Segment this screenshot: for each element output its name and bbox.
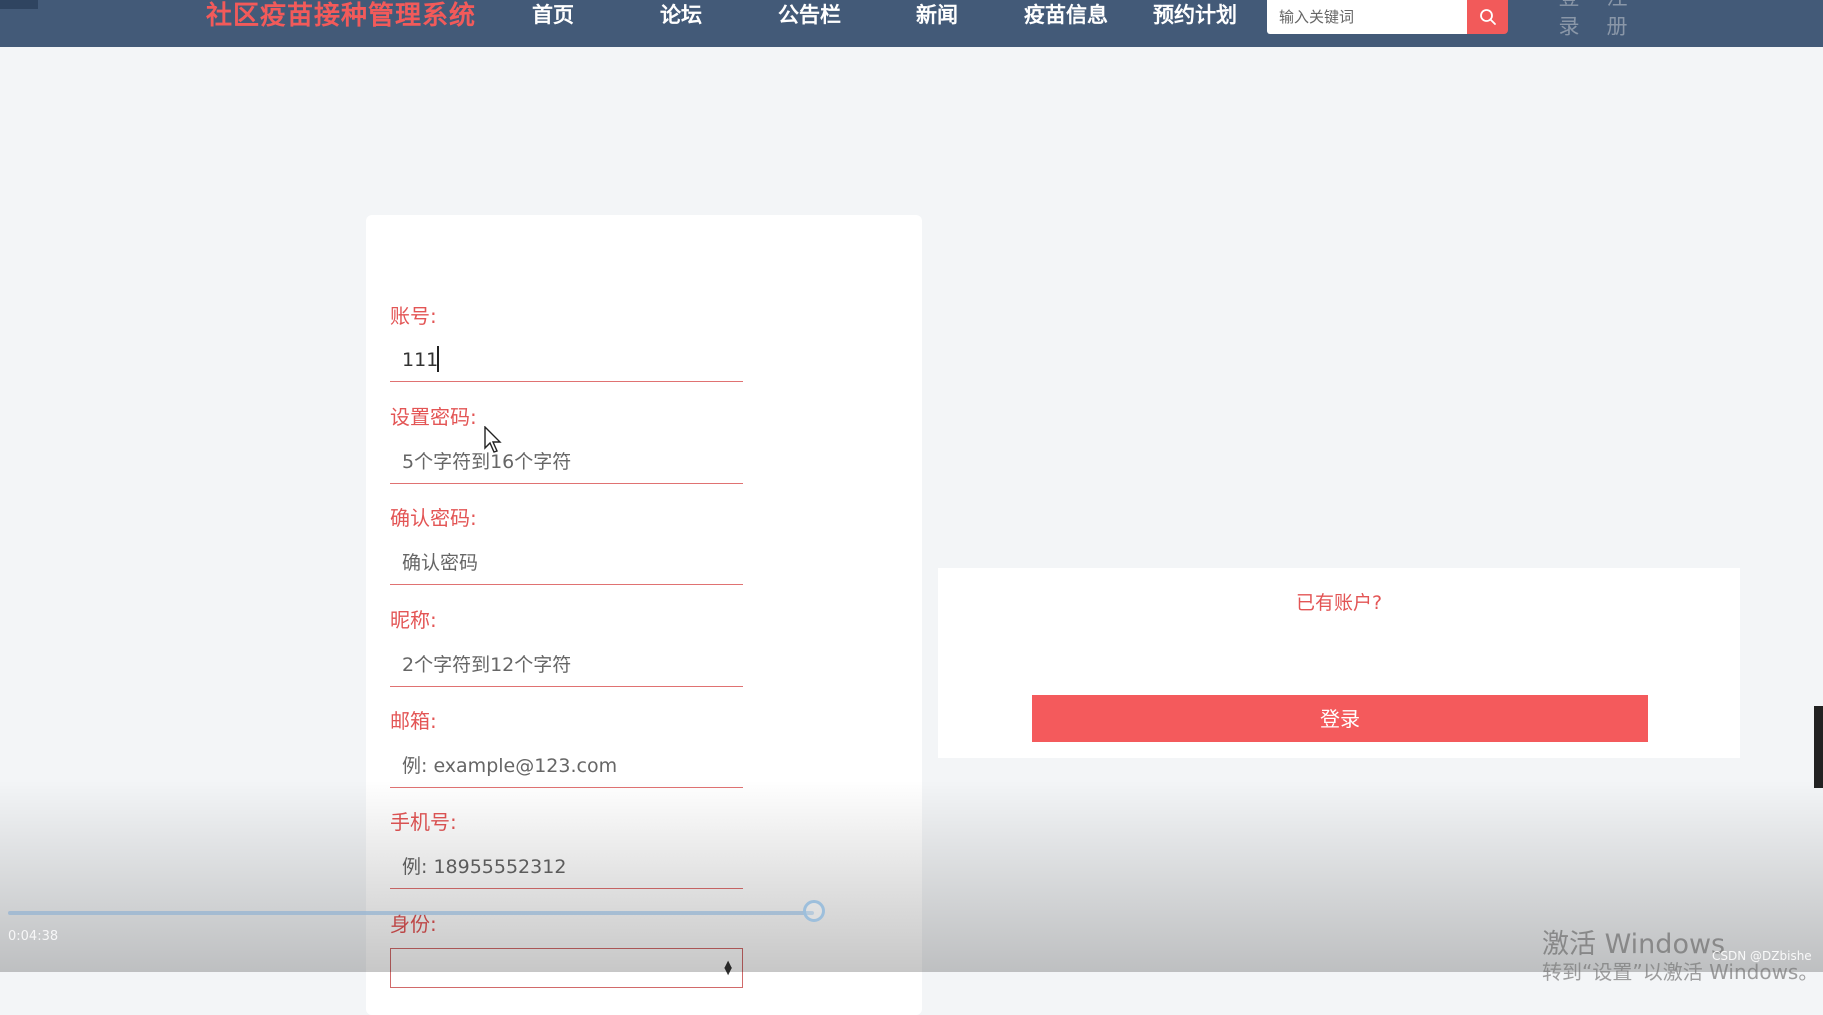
confirm-password-label: 确认密码: bbox=[390, 506, 477, 530]
phone-input[interactable] bbox=[390, 845, 743, 889]
login-button[interactable]: 登录 bbox=[1032, 695, 1648, 742]
password-input[interactable] bbox=[390, 440, 743, 484]
nav-vaccine-info[interactable]: 疫苗信息 bbox=[1024, 0, 1108, 32]
edge-widget bbox=[1814, 706, 1823, 788]
nav-forum[interactable]: 论坛 bbox=[660, 0, 702, 32]
site-brand[interactable]: 社区疫苗接种管理系统 bbox=[206, 0, 476, 34]
password-label: 设置密码: bbox=[390, 405, 477, 429]
video-timecode: 0:04:38 bbox=[8, 929, 59, 944]
nav-home[interactable]: 首页 bbox=[532, 0, 574, 32]
video-progress-bar[interactable] bbox=[8, 911, 814, 915]
search-icon bbox=[1479, 9, 1496, 25]
phone-label: 手机号: bbox=[390, 810, 457, 834]
register-link[interactable]: 注册 bbox=[1604, 0, 1628, 44]
role-select[interactable]: ▲ ▼ bbox=[390, 948, 743, 988]
register-card bbox=[366, 215, 922, 1015]
nickname-input[interactable] bbox=[390, 643, 743, 687]
search-button[interactable] bbox=[1467, 0, 1508, 34]
account-input[interactable] bbox=[390, 338, 743, 382]
corner-block bbox=[0, 0, 38, 9]
mouse-pointer-icon bbox=[484, 426, 502, 453]
nav-news[interactable]: 新闻 bbox=[916, 0, 958, 32]
search-input[interactable] bbox=[1267, 0, 1467, 34]
email-input[interactable] bbox=[390, 744, 743, 788]
video-progress-thumb[interactable] bbox=[803, 900, 825, 922]
account-label: 账号: bbox=[390, 304, 437, 328]
confirm-password-input[interactable] bbox=[390, 541, 743, 585]
nav-appointment[interactable]: 预约计划 bbox=[1153, 0, 1237, 32]
text-cursor bbox=[437, 346, 439, 372]
csdn-watermark: CSDN @DZbishe bbox=[1712, 949, 1812, 963]
nav-bulletin[interactable]: 公告栏 bbox=[778, 0, 841, 32]
nickname-label: 昵称: bbox=[390, 608, 437, 632]
email-label: 邮箱: bbox=[390, 709, 437, 733]
select-arrows-icon: ▲ ▼ bbox=[724, 959, 732, 977]
login-link[interactable]: 登录 bbox=[1556, 0, 1580, 44]
have-account-text: 已有账户? bbox=[1295, 592, 1383, 614]
